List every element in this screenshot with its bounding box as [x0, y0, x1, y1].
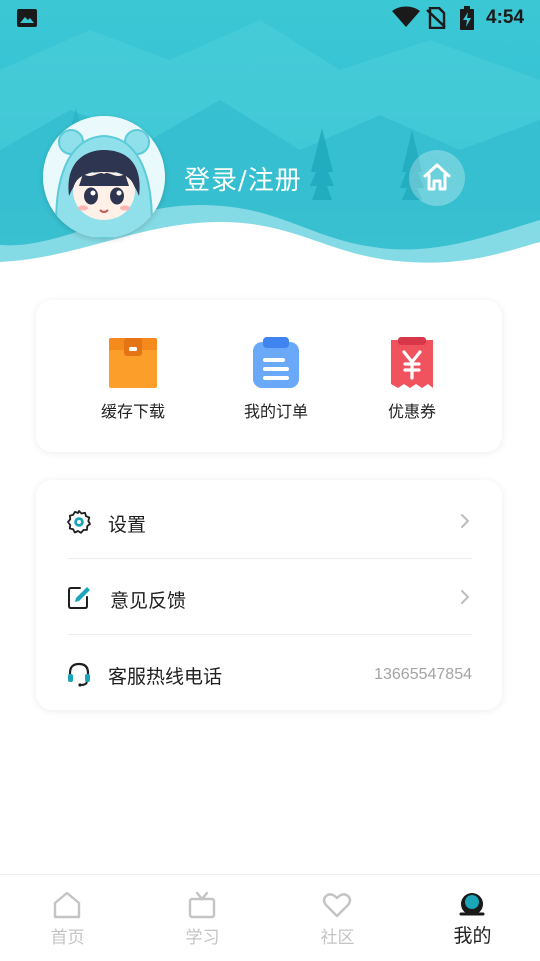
tv-icon [188, 891, 216, 919]
menu-item-feedback[interactable]: 意见反馈 [36, 559, 502, 635]
my-orders-label: 我的订单 [243, 402, 308, 421]
status-time: 4:54 [486, 7, 525, 28]
coupon-icon [391, 337, 433, 388]
settings-menu-card: 设置 意见反馈 客服热线电话 13665547854 [36, 480, 502, 710]
wifi-icon [392, 6, 420, 27]
status-bar: 4:54 [0, 0, 540, 36]
avatar-icon [43, 116, 165, 238]
hotline-number[interactable]: 13665547854 [374, 666, 472, 684]
my-orders-button[interactable]: 我的订单 [216, 336, 336, 426]
feedback-label: 意见反馈 [110, 590, 187, 612]
nav-home[interactable]: 首页 [0, 875, 135, 961]
menu-item-hotline[interactable]: 客服热线电话 13665547854 [36, 635, 502, 711]
clipboard-icon [253, 337, 299, 388]
profile-icon [459, 893, 485, 916]
quick-actions-card: 缓存下载 我的订单 优惠券 [36, 300, 502, 452]
nav-home-label: 首页 [50, 928, 85, 948]
cache-download-label: 缓存下载 [100, 402, 165, 421]
home-icon [423, 163, 451, 191]
heart-icon [322, 893, 352, 918]
gear-icon [67, 510, 91, 534]
cache-download-button[interactable]: 缓存下载 [73, 336, 193, 426]
nav-study-label: 学习 [185, 928, 220, 948]
gallery-icon [17, 9, 37, 27]
settings-label: 设置 [108, 514, 147, 536]
headset-icon [68, 662, 90, 687]
nav-community-label: 社区 [320, 928, 355, 948]
menu-item-settings[interactable]: 设置 [36, 483, 502, 559]
nav-mine-label: 我的 [453, 925, 492, 947]
edit-icon [68, 587, 90, 609]
download-box-icon [109, 338, 157, 388]
hotline-label: 客服热线电话 [108, 666, 223, 688]
battery-charging-icon [460, 6, 474, 30]
nav-study[interactable]: 学习 [135, 875, 270, 961]
chevron-right-icon [461, 514, 469, 528]
bottom-navigation: 首页 学习 社区 我的 [0, 874, 540, 961]
home-outline-icon [53, 891, 81, 919]
chevron-right-icon [461, 590, 469, 604]
nav-mine[interactable]: 我的 [405, 875, 540, 961]
avatar[interactable] [43, 116, 165, 238]
login-register-link[interactable]: 登录/注册 [184, 160, 302, 197]
nav-community[interactable]: 社区 [270, 875, 405, 961]
coupon-button[interactable]: 优惠券 [352, 336, 472, 426]
coupon-label: 优惠券 [387, 402, 436, 421]
no-sim-icon [426, 7, 446, 29]
home-button[interactable] [409, 150, 465, 206]
